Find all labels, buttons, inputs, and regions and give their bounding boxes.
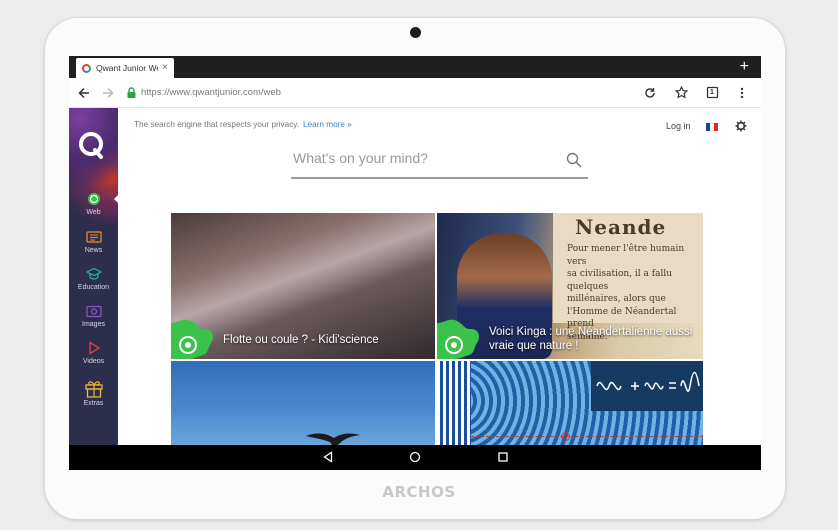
sidebar-item-education[interactable]: Education: [69, 266, 118, 291]
sidebar-item-images[interactable]: Images: [69, 303, 118, 328]
browser-menu-button[interactable]: [732, 83, 752, 103]
tagline: The search engine that respects your pri…: [134, 120, 352, 129]
back-button[interactable]: [74, 83, 94, 103]
arrow-right-icon: [103, 87, 114, 98]
sidebar-item-label: Web: [86, 209, 101, 216]
qwant-junior-logo-icon[interactable]: [75, 128, 109, 162]
nav-home-icon[interactable]: [409, 451, 421, 463]
bird-image: [306, 433, 360, 445]
web-page: Web News Education Images Videos Extras: [69, 108, 761, 445]
result-title: Voici Kinga : une Néandertalienne aussi …: [489, 326, 693, 352]
sidebar-item-label: Videos: [82, 358, 105, 365]
device-brand-logo: ARCHOS: [382, 483, 456, 501]
sidebar-item-news[interactable]: News: [69, 229, 118, 254]
result-card[interactable]: Flotte ou coule ? - Kidi'science: [171, 213, 435, 359]
more-vertical-icon: [740, 87, 744, 98]
tablet-screen: Qwant Junior We × + https://www.qwantjun…: [69, 56, 761, 470]
results-grid: Flotte ou coule ? - Kidi'science Neande …: [171, 213, 703, 445]
front-camera: [410, 27, 421, 38]
tagline-text: The search engine that respects your pri…: [134, 120, 300, 129]
news-icon: [85, 231, 102, 243]
sign-heading: Neande: [575, 215, 667, 239]
gift-icon: [84, 381, 103, 398]
images-icon: [85, 305, 102, 318]
search-input[interactable]: [293, 150, 553, 166]
gear-icon[interactable]: [735, 120, 747, 132]
sidebar-item-label: Extras: [83, 400, 104, 407]
address-bar[interactable]: https://www.qwantjunior.com/web: [126, 87, 281, 98]
bookmark-button[interactable]: [671, 83, 691, 103]
french-flag-icon[interactable]: [706, 123, 718, 131]
stripe-pattern: [437, 361, 471, 445]
search-icon[interactable]: [566, 152, 582, 168]
result-card[interactable]: [437, 361, 703, 445]
qwant-favicon-icon: [82, 63, 91, 73]
result-card[interactable]: [171, 361, 435, 445]
sidebar-item-label: News: [84, 247, 103, 254]
forward-button[interactable]: [98, 83, 118, 103]
wave-formula-image: [591, 361, 703, 411]
learn-more-link[interactable]: Learn more »: [303, 120, 352, 129]
result-title: Flotte ou coule ? - Kidi'science: [223, 334, 379, 346]
reload-button[interactable]: [640, 83, 660, 103]
result-card[interactable]: Neande Pour mener l'être humain vers sa …: [437, 213, 703, 359]
sidebar: Web News Education Images Videos Extras: [69, 108, 118, 445]
star-icon: [674, 86, 688, 99]
lock-icon: [127, 87, 136, 98]
arrow-left-icon: [78, 87, 89, 98]
play-icon: [88, 341, 100, 355]
browser-tab-strip: Qwant Junior We × +: [69, 56, 761, 78]
nav-back-icon[interactable]: [322, 451, 334, 463]
sidebar-item-web[interactable]: Web: [69, 191, 118, 216]
sidebar-item-extras[interactable]: Extras: [69, 378, 118, 407]
marker-line: [471, 436, 703, 437]
tab-title: Qwant Junior We: [96, 63, 158, 73]
browser-toolbar: https://www.qwantjunior.com/web 1: [69, 78, 761, 108]
web-result-badge-icon: [437, 319, 479, 359]
marker-circle: [561, 432, 570, 441]
tab-count: 1: [710, 89, 714, 96]
browser-tab[interactable]: Qwant Junior We ×: [76, 58, 174, 78]
education-icon: [85, 267, 102, 280]
sidebar-item-videos[interactable]: Videos: [69, 340, 118, 365]
web-result-badge-icon: [171, 319, 213, 359]
nav-recents-icon[interactable]: [497, 451, 509, 463]
url-text: https://www.qwantjunior.com/web: [141, 87, 281, 98]
tab-switcher-button[interactable]: 1: [702, 83, 722, 103]
web-icon: [87, 193, 100, 205]
login-link[interactable]: Log in: [666, 121, 691, 131]
sidebar-item-label: Images: [82, 321, 105, 328]
reload-icon: [645, 87, 655, 98]
android-nav-bar: [69, 445, 761, 470]
tab-close-button[interactable]: ×: [162, 63, 168, 73]
new-tab-button[interactable]: +: [740, 57, 749, 77]
sidebar-item-label: Education: [77, 284, 110, 291]
search-bar: [291, 145, 588, 179]
museum-sign: Neande Pour mener l'être humain vers sa …: [553, 213, 703, 342]
